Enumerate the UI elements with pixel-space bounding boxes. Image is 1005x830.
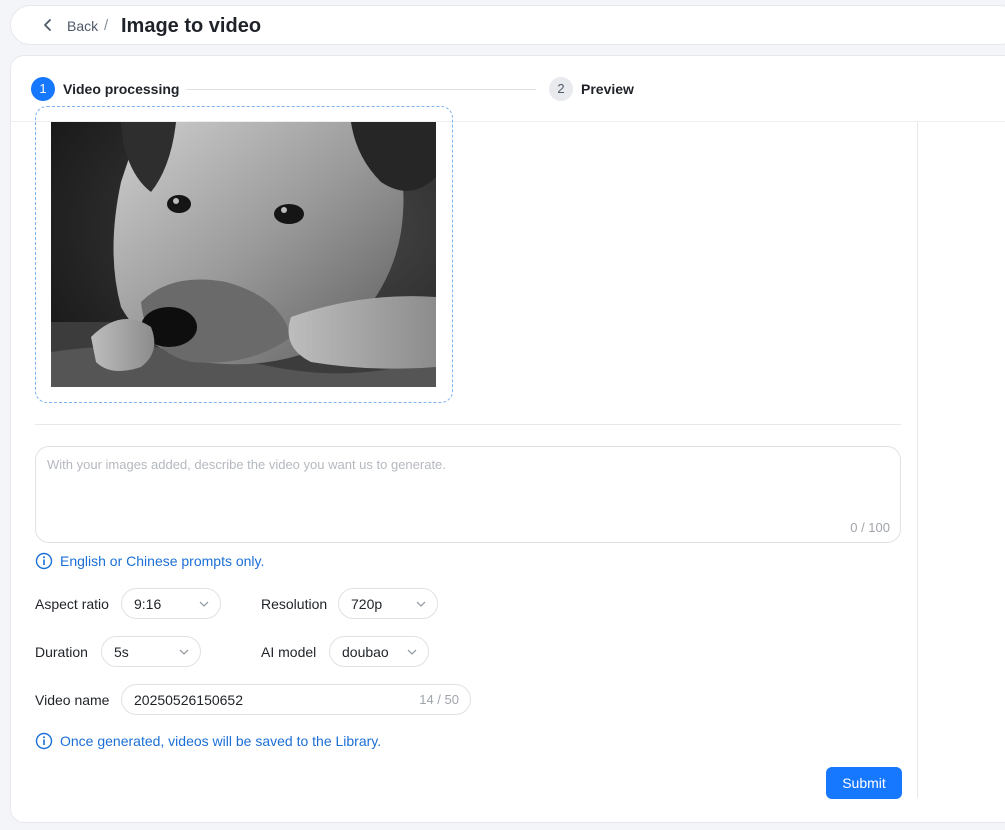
chevron-down-icon (407, 649, 417, 655)
chevron-left-icon[interactable] (41, 18, 55, 32)
chevron-down-icon (416, 601, 426, 607)
submit-button[interactable]: Submit (826, 767, 902, 799)
save-hint-text: Once generated, videos will be saved to … (60, 733, 382, 749)
back-button[interactable]: Back (67, 18, 98, 34)
video-name-label: Video name (35, 692, 110, 708)
resolution-value: 720p (351, 596, 383, 612)
info-icon (35, 552, 53, 570)
ai-model-select[interactable]: doubao (329, 636, 429, 667)
duration-label: Duration (35, 644, 88, 660)
column-divider (917, 122, 918, 798)
uploaded-image (51, 122, 436, 387)
chevron-down-icon (199, 601, 209, 607)
main-card: 1 Video processing 2 Preview With your i… (10, 55, 1005, 823)
chevron-down-icon (179, 649, 189, 655)
step-1-label: Video processing (63, 81, 180, 97)
video-name-input[interactable]: 20250526150652 14 / 50 (121, 684, 471, 715)
ai-model-label: AI model (261, 644, 317, 660)
dog-photo-icon (51, 122, 436, 387)
resolution-label: Resolution (261, 596, 328, 612)
step-connector (186, 89, 536, 90)
prompt-textarea-container: 0 / 100 (35, 446, 901, 543)
aspect-ratio-select[interactable]: 9:16 (121, 588, 221, 619)
prompt-textarea[interactable] (47, 457, 847, 517)
aspect-ratio-label: Aspect ratio (35, 596, 109, 612)
resolution-select[interactable]: 720p (338, 588, 438, 619)
step-2-number: 2 (549, 77, 573, 101)
step-1-number: 1 (31, 77, 55, 101)
duration-select[interactable]: 5s (101, 636, 201, 667)
page-title: Image to video (121, 15, 262, 37)
aspect-ratio-value: 9:16 (134, 596, 162, 612)
duration-value: 5s (114, 644, 129, 660)
info-icon (35, 732, 53, 750)
prompt-hint: English or Chinese prompts only. (35, 552, 264, 570)
prompt-hint-text: English or Chinese prompts only. (60, 553, 265, 569)
step-2-label: Preview (581, 81, 634, 97)
video-name-value: 20250526150652 (134, 692, 244, 708)
prompt-char-count: 0 / 100 (850, 520, 890, 535)
breadcrumb-separator: / (104, 17, 109, 34)
save-hint: Once generated, videos will be saved to … (35, 732, 381, 750)
section-divider (35, 424, 901, 425)
video-name-char-count: 14 / 50 (419, 692, 459, 707)
ai-model-value: doubao (342, 644, 389, 660)
header-bar: Back / Image to video (10, 5, 1005, 45)
